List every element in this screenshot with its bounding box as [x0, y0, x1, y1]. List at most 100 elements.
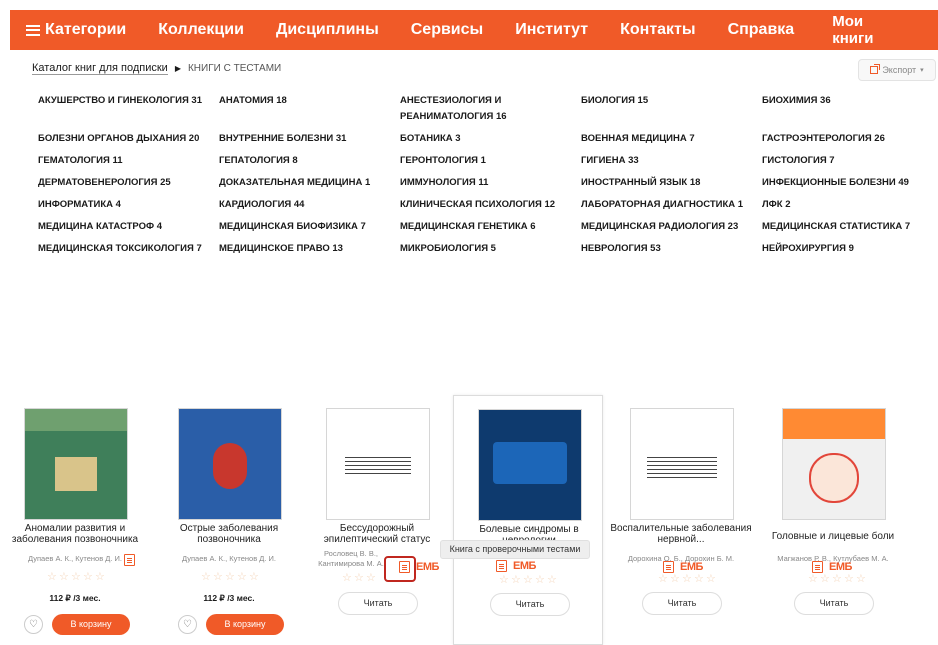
- category-link[interactable]: ИНОСТРАННЫЙ ЯЗЫК 18: [581, 175, 762, 191]
- test-badge-icon[interactable]: [663, 561, 674, 573]
- category-link[interactable]: ГЕПАТОЛОГИЯ 8: [219, 153, 400, 169]
- star-icon: ☆: [844, 573, 854, 585]
- category-link[interactable]: АНАТОМИЯ 18: [219, 93, 400, 125]
- favorite-icon[interactable]: ♡: [24, 615, 43, 634]
- category-link[interactable]: АКУШЕРСТВО И ГИНЕКОЛОГИЯ 31: [38, 93, 219, 125]
- star-icon: ☆: [201, 571, 211, 583]
- category-link[interactable]: ИНФОРМАТИКА 4: [38, 197, 219, 213]
- star-icon: ☆: [71, 571, 81, 583]
- category-link[interactable]: ВНУТРЕННИЕ БОЛЕЗНИ 31: [219, 131, 400, 147]
- main-nav: Категории Коллекции Дисциплины Сервисы И…: [10, 10, 938, 50]
- category-link[interactable]: ГАСТРОЭНТЕРОЛОГИЯ 26: [762, 131, 938, 147]
- category-link[interactable]: МЕДИЦИНСКАЯ ТОКСИКОЛОГИЯ 7: [38, 241, 219, 257]
- book-price: 112 ₽ /3 мес.: [49, 593, 101, 603]
- categories-grid: АКУШЕРСТВО И ГИНЕКОЛОГИЯ 31 АНАТОМИЯ 18 АН…: [38, 93, 938, 257]
- star-icon: ☆: [832, 573, 842, 585]
- book-card[interactable]: Аномалии развития и заболевания позвоноч…: [0, 395, 150, 645]
- book-cover[interactable]: [326, 408, 430, 520]
- breadcrumb-separator-icon: ▶: [174, 64, 181, 73]
- test-badge-icon[interactable]: [496, 560, 507, 572]
- read-button[interactable]: Читать: [794, 592, 874, 615]
- book-title[interactable]: Головные и лицевые боли: [758, 531, 908, 542]
- category-link[interactable]: ГИСТОЛОГИЯ 7: [762, 153, 938, 169]
- test-badge-highlight: [384, 556, 416, 582]
- caret-down-icon: ▾: [920, 67, 924, 74]
- menu-icon: [26, 24, 40, 36]
- book-title[interactable]: Воспалительные заболевания нервной...: [606, 523, 756, 545]
- book-title[interactable]: Острые заболевания позвоночника: [154, 523, 304, 545]
- test-badge-icon[interactable]: [812, 561, 823, 573]
- category-link[interactable]: МЕДИЦИНСКАЯ СТАТИСТИКА 7: [762, 219, 938, 235]
- star-icon: ☆: [366, 572, 376, 584]
- star-icon: ☆: [547, 574, 557, 586]
- nav-help[interactable]: Справка: [712, 21, 811, 39]
- nav-categories[interactable]: Категории: [10, 21, 142, 39]
- star-icon: ☆: [47, 571, 57, 583]
- book-card[interactable]: Воспалительные заболевания нервной... До…: [606, 395, 756, 645]
- export-icon: [870, 64, 881, 74]
- export-button[interactable]: Экспорт ▾: [858, 59, 936, 81]
- category-link[interactable]: ГЕМАТОЛОГИЯ 11: [38, 153, 219, 169]
- category-link[interactable]: КАРДИОЛОГИЯ 44: [219, 197, 400, 213]
- read-button[interactable]: Читать: [490, 593, 570, 616]
- category-link[interactable]: КЛИНИЧЕСКАЯ ПСИХОЛОГИЯ 12: [400, 197, 581, 213]
- category-link[interactable]: МЕДИЦИНСКАЯ ГЕНЕТИКА 6: [400, 219, 581, 235]
- star-icon: ☆: [694, 573, 704, 585]
- read-button[interactable]: Читать: [338, 592, 418, 615]
- category-link[interactable]: БИОЛОГИЯ 15: [581, 93, 762, 125]
- star-icon: ☆: [682, 573, 692, 585]
- nav-my-books[interactable]: Мои книги: [810, 13, 880, 47]
- rating-stars: ☆ ☆ ☆: [342, 573, 377, 584]
- add-to-cart-button[interactable]: В корзину: [206, 614, 284, 635]
- category-link[interactable]: ЛФК 2: [762, 197, 938, 213]
- nav-institute[interactable]: Институт: [499, 21, 604, 39]
- category-link[interactable]: ДЕРМАТОВЕНЕРОЛОГИЯ 25: [38, 175, 219, 191]
- rating-stars: ☆ ☆ ☆ ☆ ☆: [499, 575, 558, 586]
- favorite-icon[interactable]: ♡: [178, 615, 197, 634]
- nav-disciplines[interactable]: Дисциплины: [260, 21, 395, 39]
- breadcrumb: Каталог книг для подписки ▶ КНИГИ С ТЕСТ…: [32, 62, 281, 75]
- category-link[interactable]: БИОХИМИЯ 36: [762, 93, 938, 125]
- book-cover[interactable]: [782, 408, 886, 520]
- nav-contacts[interactable]: Контакты: [604, 21, 711, 39]
- nav-services[interactable]: Сервисы: [395, 21, 499, 39]
- category-link[interactable]: МЕДИЦИНСКОЕ ПРАВО 13: [219, 241, 400, 257]
- read-button[interactable]: Читать: [642, 592, 722, 615]
- book-card-hovered[interactable]: Болевые синдромы в неврологии ЕМБ ☆☆☆☆☆ …: [453, 395, 603, 645]
- category-link[interactable]: МИКРОБИОЛОГИЯ 5: [400, 241, 581, 257]
- book-card[interactable]: Бессудорожный эпилептический статус Росл…: [302, 395, 452, 645]
- category-link[interactable]: БОЛЕЗНИ ОРГАНОВ ДЫХАНИЯ 20: [38, 131, 219, 147]
- category-link[interactable]: НЕЙРОХИРУРГИЯ 9: [762, 241, 938, 257]
- category-link[interactable]: ИММУНОЛОГИЯ 11: [400, 175, 581, 191]
- book-title[interactable]: Аномалии развития и заболевания позвоноч…: [0, 523, 150, 545]
- evm-badge: ЕМБ: [829, 561, 852, 573]
- book-cover[interactable]: [478, 409, 582, 521]
- category-link[interactable]: МЕДИЦИНА КАТАСТРОФ 4: [38, 219, 219, 235]
- book-title[interactable]: Бессудорожный эпилептический статус: [302, 523, 452, 545]
- category-link[interactable]: ГИГИЕНА 33: [581, 153, 762, 169]
- star-icon: ☆: [820, 573, 830, 585]
- category-link[interactable]: ЛАБОРАТОРНАЯ ДИАГНОСТИКА 1: [581, 197, 762, 213]
- category-link[interactable]: БОТАНИКА 3: [400, 131, 581, 147]
- book-card[interactable]: Головные и лицевые боли Магжанов Р. В., …: [758, 395, 908, 645]
- breadcrumb-catalog-link[interactable]: Каталог книг для подписки: [32, 62, 168, 75]
- evm-badge: ЕМБ: [513, 560, 536, 572]
- book-badges: ЕМБ: [496, 560, 536, 572]
- category-link[interactable]: АНЕСТЕЗИОЛОГИЯ И РЕАНИМАТОЛОГИЯ 16: [400, 93, 581, 125]
- book-card[interactable]: Острые заболевания позвоночника Дупаев А…: [154, 395, 304, 645]
- book-badges: ЕМБ: [663, 561, 703, 573]
- book-cover[interactable]: [630, 408, 734, 520]
- book-cover[interactable]: [24, 408, 128, 520]
- book-cover[interactable]: [178, 408, 282, 520]
- category-link[interactable]: ИНФЕКЦИОННЫЕ БОЛЕЗНИ 49: [762, 175, 938, 191]
- category-link[interactable]: ВОЕННАЯ МЕДИЦИНА 7: [581, 131, 762, 147]
- category-link[interactable]: МЕДИЦИНСКАЯ РАДИОЛОГИЯ 23: [581, 219, 762, 235]
- star-icon: ☆: [535, 574, 545, 586]
- evm-badge: ЕМБ: [416, 561, 439, 573]
- category-link[interactable]: ДОКАЗАТЕЛЬНАЯ МЕДИЦИНА 1: [219, 175, 400, 191]
- category-link[interactable]: НЕВРОЛОГИЯ 53: [581, 241, 762, 257]
- category-link[interactable]: ГЕРОНТОЛОГИЯ 1: [400, 153, 581, 169]
- nav-collections[interactable]: Коллекции: [142, 21, 260, 39]
- add-to-cart-button[interactable]: В корзину: [52, 614, 130, 635]
- category-link[interactable]: МЕДИЦИНСКАЯ БИОФИЗИКА 7: [219, 219, 400, 235]
